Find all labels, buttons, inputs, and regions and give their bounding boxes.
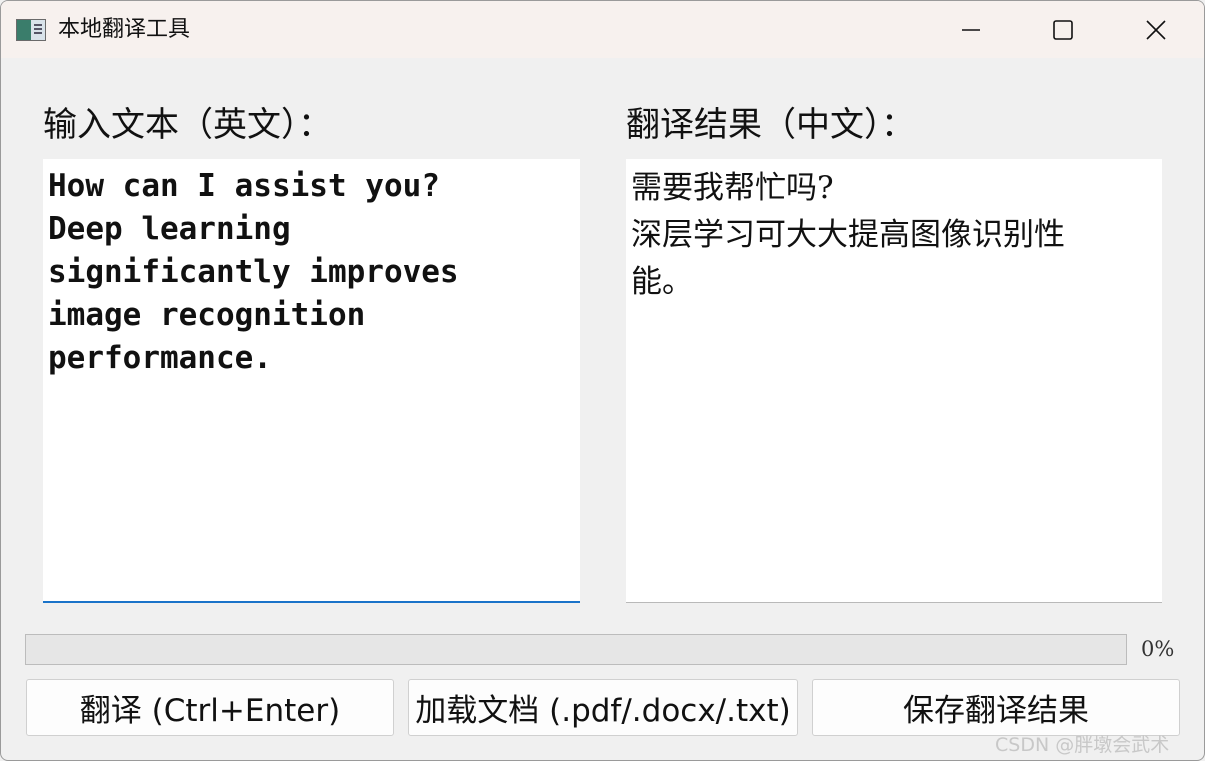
close-icon <box>1146 20 1166 40</box>
input-text-line: performance. <box>48 340 272 376</box>
output-text-line: 深层学习可大大提高图像识别性 <box>631 217 1065 253</box>
input-text-line: significantly improves <box>48 254 459 290</box>
progress-percent: 0% <box>1141 637 1175 661</box>
title-bar[interactable]: 本地翻译工具 <box>1 1 1204 58</box>
maximize-button[interactable] <box>1017 1 1109 58</box>
close-button[interactable] <box>1109 1 1201 58</box>
output-text-area[interactable]: 需要我帮忙吗? 深层学习可大大提高图像识别性 能。 <box>626 159 1162 603</box>
minimize-icon <box>962 29 980 31</box>
translate-button[interactable]: 翻译 (Ctrl+Enter) <box>26 679 394 736</box>
output-text-line: 需要我帮忙吗? <box>631 170 834 206</box>
progress-bar <box>25 634 1127 665</box>
window-title: 本地翻译工具 <box>58 17 191 42</box>
input-text-line: Deep learning <box>48 211 291 247</box>
save-result-button[interactable]: 保存翻译结果 <box>812 679 1180 736</box>
app-icon <box>16 19 46 41</box>
load-document-button[interactable]: 加载文档 (.pdf/.docx/.txt) <box>408 679 798 736</box>
watermark: CSDN @胖墩会武术 <box>995 734 1170 756</box>
input-label: 输入文本（英文）： <box>43 105 332 145</box>
maximize-icon <box>1053 20 1073 40</box>
output-label: 翻译结果（中文）： <box>626 105 915 145</box>
output-text-line: 能。 <box>631 264 693 300</box>
app-window: 本地翻译工具 输入文本（英文）： 翻译结果（中文）： How can I ass… <box>0 0 1205 761</box>
input-text-line: image recognition <box>48 297 366 333</box>
input-text-line: How can I assist you? <box>48 168 440 204</box>
input-text-area[interactable]: How can I assist you? Deep learning sign… <box>43 159 580 603</box>
minimize-button[interactable] <box>925 1 1017 58</box>
